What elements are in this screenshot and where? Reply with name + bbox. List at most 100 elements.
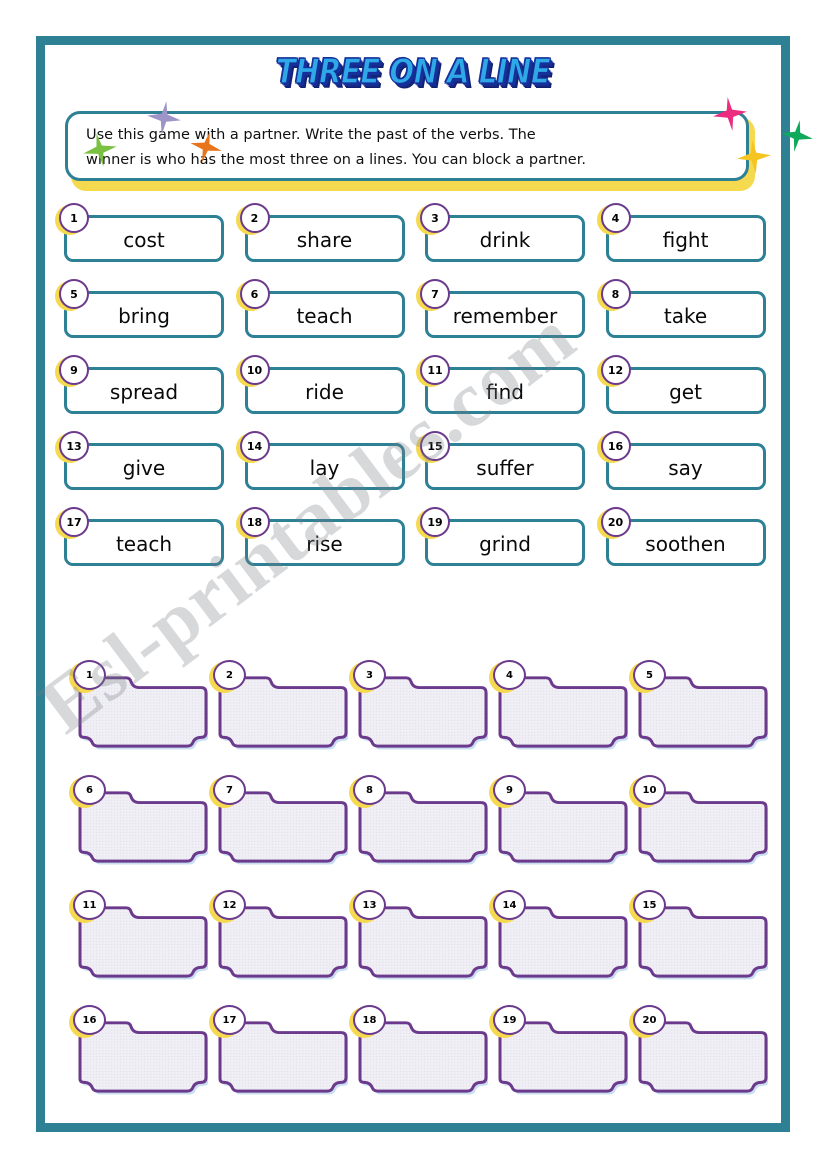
verb-word: soothen [645,532,726,556]
verb-card[interactable]: grind 19 [413,507,594,570]
verb-word: take [663,304,708,328]
verb-word: cost [123,228,165,252]
answer-cell[interactable]: 4 [487,660,628,755]
verb-number-badge: 6 [239,279,270,309]
verb-number-badge: 10 [239,355,270,385]
verb-word: say [668,456,703,480]
answer-cell[interactable]: 1 [67,660,208,755]
verb-row: spread 9 ride 10 find 11 get 12 [52,355,774,418]
answer-number-badge: 7 [213,775,246,805]
verb-number-badge: 2 [239,203,270,233]
answer-cell[interactable]: 3 [347,660,488,755]
answer-cell[interactable]: 16 [67,1005,208,1100]
verb-word: suffer [476,456,534,480]
verb-word: lay [309,456,340,480]
verb-card[interactable]: say 16 [594,431,775,494]
verb-card[interactable]: lay 14 [233,431,414,494]
verb-card[interactable]: rise 18 [233,507,414,570]
instruction-line-1: Use this game with a partner. Write the … [86,127,536,143]
answer-cell[interactable]: 2 [207,660,348,755]
verb-word: grind [479,532,531,556]
answer-number-badge: 1 [73,660,106,690]
answer-number-badge: 15 [633,890,666,920]
star-pink-icon [711,95,749,133]
answer-grid-row: 1 2 3 4 5 [67,660,779,755]
answer-cell[interactable]: 20 [627,1005,768,1100]
answer-cell[interactable]: 11 [67,890,208,985]
verb-card[interactable]: drink 3 [413,203,594,266]
verb-word: drink [479,228,531,252]
verb-number-badge: 4 [600,203,631,233]
verb-card[interactable]: remember 7 [413,279,594,342]
verb-card[interactable]: give 13 [52,431,233,494]
verb-row: teach 17 rise 18 grind 19 soothen 20 [52,507,774,570]
verb-card[interactable]: share 2 [233,203,414,266]
answer-number-badge: 20 [633,1005,666,1035]
verb-card[interactable]: cost 1 [52,203,233,266]
answer-cell[interactable]: 7 [207,775,348,870]
verb-row: give 13 lay 14 suffer 15 say 16 [52,431,774,494]
verb-row: bring 5 teach 6 remember 7 take 8 [52,279,774,342]
verb-number-badge: 3 [420,203,450,233]
answer-number-badge: 9 [493,775,526,805]
verb-card[interactable]: teach 6 [233,279,414,342]
verb-number-badge: 15 [420,431,450,461]
verb-card[interactable]: get 12 [594,355,775,418]
verb-card[interactable]: bring 5 [52,279,233,342]
answer-grid-row: 16 17 18 19 20 [67,1005,779,1100]
star-green-2-icon [778,117,815,154]
answer-cell[interactable]: 15 [627,890,768,985]
verb-word: teach [115,532,173,556]
verb-card-list: cost 1 share 2 drink 3 fight 4 bring 5 teach 6 remem… [52,203,774,583]
answer-number-badge: 16 [73,1005,106,1035]
verb-card[interactable]: teach 17 [52,507,233,570]
answer-cell[interactable]: 18 [347,1005,488,1100]
answer-number-badge: 8 [353,775,386,805]
verb-card[interactable]: fight 4 [594,203,775,266]
answer-cell[interactable]: 17 [207,1005,348,1100]
answer-grid-row: 6 7 8 9 10 [67,775,779,870]
answer-number-badge: 5 [633,660,666,690]
verb-word: fight [662,228,709,252]
answer-cell[interactable]: 9 [487,775,628,870]
verb-card[interactable]: find 11 [413,355,594,418]
verb-number-badge: 14 [239,431,270,461]
answer-cell[interactable]: 19 [487,1005,628,1100]
verb-number-badge: 16 [600,431,631,461]
answer-cell[interactable]: 5 [627,660,768,755]
star-purple-icon [145,99,183,137]
verb-word: get [669,380,702,404]
answer-cell[interactable]: 10 [627,775,768,870]
verb-number-badge: 8 [600,279,631,309]
answer-number-badge: 2 [213,660,246,690]
verb-card[interactable]: spread 9 [52,355,233,418]
answer-number-badge: 17 [213,1005,246,1035]
verb-number-badge: 1 [59,203,89,233]
verb-card[interactable]: take 8 [594,279,775,342]
answer-cell[interactable]: 13 [347,890,488,985]
answer-cell[interactable]: 14 [487,890,628,985]
answer-cell[interactable]: 6 [67,775,208,870]
answer-number-badge: 11 [73,890,106,920]
answer-number-badge: 6 [73,775,106,805]
answer-number-badge: 14 [493,890,526,920]
answer-number-badge: 13 [353,890,386,920]
verb-word: spread [109,380,179,404]
verb-word: bring [118,304,170,328]
answer-grid-row: 11 12 13 14 15 [67,890,779,985]
answer-number-badge: 18 [353,1005,386,1035]
verb-word: remember [452,304,558,328]
verb-card[interactable]: suffer 15 [413,431,594,494]
answer-number-badge: 12 [213,890,246,920]
instruction-line-2: winner is who has the most three on a li… [86,152,586,168]
answer-cell[interactable]: 8 [347,775,488,870]
answer-number-badge: 10 [633,775,666,805]
verb-number-badge: 9 [59,355,89,385]
answer-cell[interactable]: 12 [207,890,348,985]
star-yellow-icon [735,138,772,175]
verb-number-badge: 12 [600,355,631,385]
verb-card[interactable]: ride 10 [233,355,414,418]
verb-number-badge: 5 [59,279,89,309]
verb-card[interactable]: soothen 20 [594,507,775,570]
star-green-icon [80,130,120,170]
